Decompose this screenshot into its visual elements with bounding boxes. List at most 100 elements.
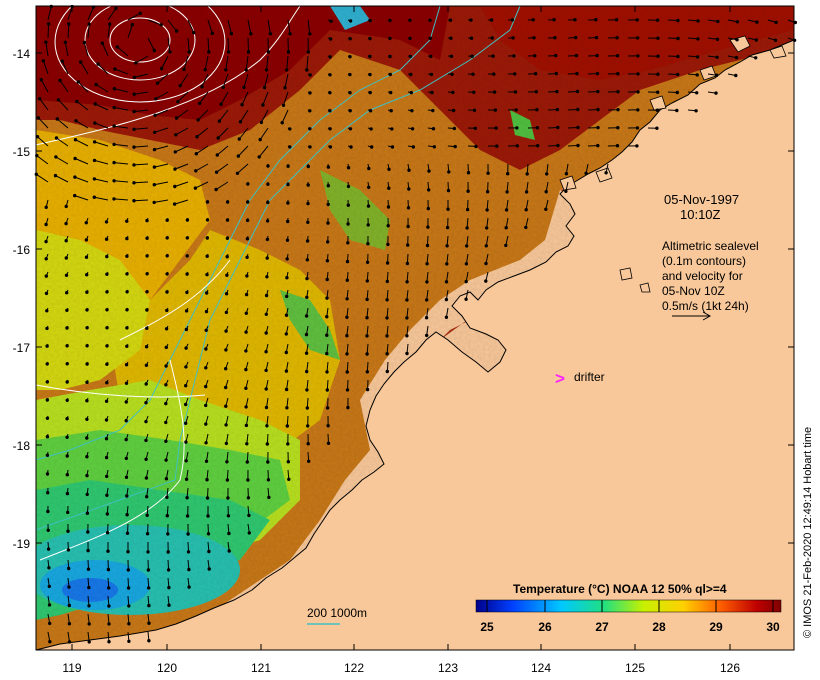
velocity-arrow-head xyxy=(532,36,536,40)
velocity-arrow-head xyxy=(167,603,171,607)
velocity-arrow-head xyxy=(210,31,215,35)
velocity-arrow-head xyxy=(286,442,290,446)
velocity-arrow-head xyxy=(365,370,369,374)
velocity-arrow-head xyxy=(306,220,310,225)
velocity-arrow-head xyxy=(205,272,209,277)
velocity-arrow-head xyxy=(614,18,619,22)
velocity-arrow-head xyxy=(172,202,177,206)
velocity-arrow-head xyxy=(45,380,49,384)
velocity-arrow-head xyxy=(305,68,309,72)
velocity-arrow-head xyxy=(446,188,451,193)
velocity-arrow-head xyxy=(284,350,288,355)
velocity-arrow-head xyxy=(85,308,89,312)
velocity-arrow-head xyxy=(125,254,129,258)
velocity-arrow-head xyxy=(114,6,118,11)
velocity-arrow-head xyxy=(505,190,509,194)
velocity-arrow-head xyxy=(165,495,169,499)
velocity-arrow-head xyxy=(328,55,332,59)
velocity-arrow-head xyxy=(735,20,740,24)
velocity-arrow-head xyxy=(515,144,519,148)
velocity-arrow-head xyxy=(225,273,229,277)
velocity-arrow-head xyxy=(64,221,68,226)
colorbar-ramp xyxy=(475,599,782,613)
velocity-arrow-head xyxy=(112,124,116,128)
velocity-arrow-head xyxy=(45,416,50,420)
velocity-arrow-head xyxy=(564,189,568,194)
velocity-arrow-head xyxy=(245,255,249,259)
velocity-arrow-head xyxy=(225,218,230,222)
velocity-arrow-head xyxy=(774,20,778,25)
velocity-arrow-head xyxy=(410,109,414,113)
velocity-arrow-head xyxy=(444,315,449,319)
lat-tick-label: -16 xyxy=(13,243,31,257)
velocity-arrow-head xyxy=(446,207,450,211)
velocity-arrow-head xyxy=(64,256,69,260)
velocity-arrow-head xyxy=(152,165,157,169)
velocity-arrow-head xyxy=(366,223,370,227)
lon-tick-label: 121 xyxy=(251,661,271,675)
velocity-arrow-head xyxy=(345,352,349,356)
velocity-arrow-head xyxy=(449,36,453,40)
velocity-arrow-head xyxy=(224,292,229,296)
velocity-arrow-head xyxy=(408,36,412,41)
velocity-arrow-head xyxy=(306,164,310,169)
velocity-arrow-head xyxy=(112,142,116,147)
velocity-arrow-head xyxy=(615,144,620,148)
velocity-arrow-head xyxy=(424,316,429,320)
velocity-arrow-head xyxy=(511,36,515,40)
velocity-arrow-head xyxy=(166,550,170,554)
velocity-arrow-head xyxy=(185,218,190,222)
velocity-arrow-head xyxy=(345,259,350,264)
velocity-arrow-head xyxy=(126,586,131,590)
velocity-arrow-head xyxy=(349,145,353,149)
velocity-arrow-head xyxy=(173,150,178,154)
velocity-arrow-head xyxy=(176,100,180,104)
velocity-arrow-head xyxy=(246,50,251,54)
velocity-arrow-head xyxy=(152,200,156,205)
velocity-arrow-head xyxy=(229,31,234,36)
velocity-arrow-head xyxy=(308,145,312,149)
velocity-arrow-head xyxy=(145,254,149,258)
velocity-arrow-head xyxy=(326,441,331,445)
velocity-arrow-head xyxy=(107,622,111,626)
velocity-arrow-head xyxy=(35,135,40,139)
velocity-arrow-head xyxy=(388,72,392,77)
velocity-arrow-head xyxy=(348,37,352,41)
velocity-arrow-head xyxy=(326,165,331,169)
velocity-arrow-head xyxy=(524,208,528,212)
velocity-arrow-head xyxy=(104,237,109,241)
velocity-arrow-head xyxy=(65,380,69,384)
velocity-arrow-head xyxy=(63,40,68,44)
velocity-arrow-head xyxy=(305,258,309,262)
velocity-arrow-head xyxy=(616,108,620,112)
velocity-arrow-head xyxy=(535,126,540,130)
velocity-arrow-head xyxy=(207,567,211,571)
lon-tick-label: 123 xyxy=(438,661,458,675)
velocity-arrow-head xyxy=(555,89,559,94)
velocity-arrow-head xyxy=(47,603,52,607)
velocity-arrow-head xyxy=(288,127,292,131)
velocity-arrow-head xyxy=(126,568,131,572)
velocity-arrow-head xyxy=(84,255,89,259)
velocity-arrow-head xyxy=(245,460,250,464)
velocity-arrow-head xyxy=(444,297,449,302)
velocity-arrow-head xyxy=(346,166,351,170)
velocity-arrow-head xyxy=(754,56,758,60)
velocity-arrow-head xyxy=(495,144,499,148)
velocity-arrow-head xyxy=(124,381,129,385)
velocity-arrow-head xyxy=(425,280,429,284)
velocity-arrow-head xyxy=(147,639,151,643)
velocity-arrow-head xyxy=(112,160,116,165)
velocity-arrow-head xyxy=(145,532,150,536)
velocity-arrow-head xyxy=(224,441,229,446)
velocity-arrow-head xyxy=(596,107,600,112)
velocity-arrow-head xyxy=(205,218,210,222)
velocity-arrow-head xyxy=(60,59,64,63)
lat-tick-label: -14 xyxy=(13,47,31,61)
velocity-arrow-head xyxy=(264,68,269,72)
colorbar-tick: 30 xyxy=(766,620,780,634)
velocity-arrow-head xyxy=(73,156,77,161)
velocity-arrow-head xyxy=(265,442,269,446)
velocity-arrow-head xyxy=(408,54,413,59)
velocity-arrow-head xyxy=(305,295,309,299)
